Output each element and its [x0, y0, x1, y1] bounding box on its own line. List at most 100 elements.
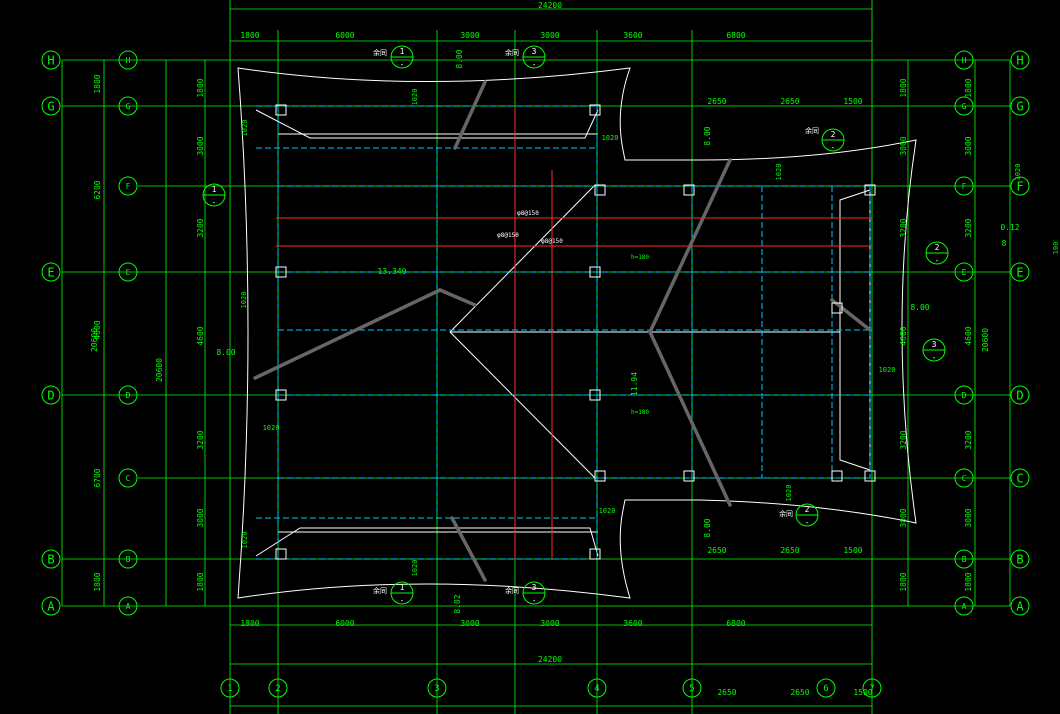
- dim-bottom-5: 6800: [726, 619, 745, 628]
- ridge-tag-2: φ8@150: [541, 238, 563, 245]
- elevation-upper-right: 8.00: [703, 126, 712, 145]
- elevation-bottom: 8.02: [453, 594, 462, 613]
- section-marker-sub-7: -: [212, 198, 217, 207]
- overhang-dim-3: 1020: [263, 424, 280, 432]
- column-bubble-6-label: 6: [823, 684, 828, 694]
- dim-sub-bottom-1: 2650: [790, 688, 809, 697]
- section-marker-num-8: 3: [932, 340, 937, 349]
- row-bubble-right-G-label: G: [1016, 99, 1023, 113]
- section-label-b: h=180: [631, 409, 649, 416]
- row-bubble-inner-E-label: E: [126, 268, 131, 277]
- section-marker-tag-5: 余同: [373, 586, 387, 595]
- section-marker-sub-2: -: [831, 143, 836, 152]
- dim-sub-mid-2: 1500: [843, 546, 862, 555]
- column-bubble-5-label: 5: [689, 684, 694, 694]
- section-marker-sub-3: -: [935, 256, 940, 265]
- section-marker-tag-1: 余同: [505, 48, 519, 57]
- dim-left-row-2: 3200: [196, 218, 205, 237]
- dim-right-mid-5: 3000: [964, 508, 973, 527]
- dim-right-mid-6: 1800: [964, 572, 973, 591]
- section-label-a: h=180: [631, 254, 649, 261]
- elevation-right: 8.00: [910, 303, 929, 312]
- dim-overall-bottom: 24200: [538, 655, 562, 664]
- section-marker-sub-0: -: [400, 60, 405, 69]
- dim-sub-top-2: 1500: [843, 97, 862, 106]
- row-bubble-right-A-label: A: [1016, 599, 1024, 613]
- dim-left-mid-1: 6200: [93, 180, 102, 199]
- elevation-left: 8.00: [216, 348, 235, 357]
- row-bubble-left-D-label: D: [47, 388, 54, 402]
- dim-right-edge: 100: [1052, 242, 1060, 255]
- section-marker-tag-6: 余同: [779, 509, 793, 518]
- dim-right-outer: 20600: [981, 328, 990, 352]
- row-bubble-inner-G-label: G: [126, 102, 131, 111]
- elevation-side-a: 0.12: [1000, 223, 1019, 232]
- overhang-dim-7: 1020: [785, 485, 793, 502]
- overhang-dim-10: 1020: [240, 292, 248, 309]
- row-bubble-inner-B-label: B: [126, 555, 131, 564]
- dim-sub-mid-1: 2650: [780, 546, 799, 555]
- row-bubble-left-G-label: G: [47, 99, 54, 113]
- dim-top-2: 3000: [460, 31, 479, 40]
- dim-sub-top-1: 2650: [780, 97, 799, 106]
- dim-right-inner-1: 3000: [899, 136, 908, 155]
- section-marker-num-7: 1: [212, 185, 217, 194]
- row-bubble-right-inner-B-label: B: [962, 555, 967, 564]
- dim-right-inner-0: 1800: [899, 78, 908, 97]
- row-bubble-right-B-label: B: [1016, 552, 1023, 566]
- row-bubble-right-D-label: D: [1016, 388, 1023, 402]
- dim-left-row-5: 3000: [196, 508, 205, 527]
- ridge-tag-1: φ8@150: [497, 232, 519, 239]
- ridge-tag-0: φ8@150: [517, 210, 539, 217]
- section-marker-num-3: 2: [935, 243, 940, 252]
- dim-bottom-3: 3000: [540, 619, 559, 628]
- overhang-dim-5: 1020: [411, 560, 419, 577]
- column-bubble-3-label: 3: [434, 684, 439, 694]
- elevation-lower-right: 8.00: [703, 518, 712, 537]
- row-bubble-right-C-label: C: [1016, 471, 1023, 485]
- dim-left-row-4: 3200: [196, 430, 205, 449]
- dim-right-inner-2: 3200: [899, 218, 908, 237]
- overhang-dim-1: 1020: [599, 507, 616, 515]
- section-marker-sub-5: -: [400, 596, 405, 605]
- row-bubble-left-H-label: H: [47, 53, 54, 67]
- elevation-center: 13.340: [378, 267, 407, 276]
- row-bubble-inner-D-label: D: [126, 391, 131, 400]
- roof-framing-plan: H H H HG G G GF F FE E E ED D D DC C CB B B BA A A A 1234567 2…: [0, 0, 1060, 714]
- row-bubble-right-E-label: E: [1016, 265, 1023, 279]
- section-marker-num-2: 2: [831, 130, 836, 139]
- row-bubble-left-B-label: B: [47, 552, 54, 566]
- elevation-top: 8.00: [455, 49, 464, 68]
- section-marker-num-1: 3: [532, 47, 537, 56]
- section-marker-num-5: 1: [400, 583, 405, 592]
- overhang-dim-8: 1020: [241, 120, 249, 137]
- dim-top-4: 3600: [623, 31, 642, 40]
- row-bubble-right-H-label: H: [1016, 53, 1023, 67]
- dim-right-inner-4: 3200: [899, 430, 908, 449]
- dim-right-inner-3: 4600: [899, 326, 908, 345]
- section-marker-sub-4: -: [532, 596, 537, 605]
- row-bubble-left-E-label: E: [47, 265, 54, 279]
- dim-left-row-6: 1800: [196, 572, 205, 591]
- dim-left-row-0: 1800: [196, 78, 205, 97]
- elevation-mid: 11.94: [630, 372, 639, 396]
- row-bubble-inner-H-label: H: [126, 56, 131, 65]
- column-bubble-2-label: 2: [275, 684, 280, 694]
- section-marker-num-0: 1: [400, 47, 405, 56]
- row-bubble-right-inner-H-label: H: [962, 56, 967, 65]
- dim-right-mid-1: 3000: [964, 136, 973, 155]
- dim-top-3: 3000: [540, 31, 559, 40]
- column-bubble-4-label: 4: [594, 684, 599, 694]
- drawing-background: [0, 0, 1060, 714]
- dim-left-row-3: 4600: [196, 326, 205, 345]
- dim-sub-bottom-2: 1500: [853, 688, 872, 697]
- section-marker-sub-8: -: [932, 353, 937, 362]
- overhang-dim-4: 1020: [411, 89, 419, 106]
- dim-right-mid-3: 4600: [964, 326, 973, 345]
- dim-right-inner-5: 3000: [899, 508, 908, 527]
- dim-right-inner-6: 1800: [899, 572, 908, 591]
- dim-left-inner: 20600: [155, 358, 164, 382]
- dim-left-mid-2: 4600: [93, 320, 102, 339]
- dim-left-mid-0: 1800: [93, 74, 102, 93]
- row-bubble-inner-A-label: A: [126, 602, 131, 611]
